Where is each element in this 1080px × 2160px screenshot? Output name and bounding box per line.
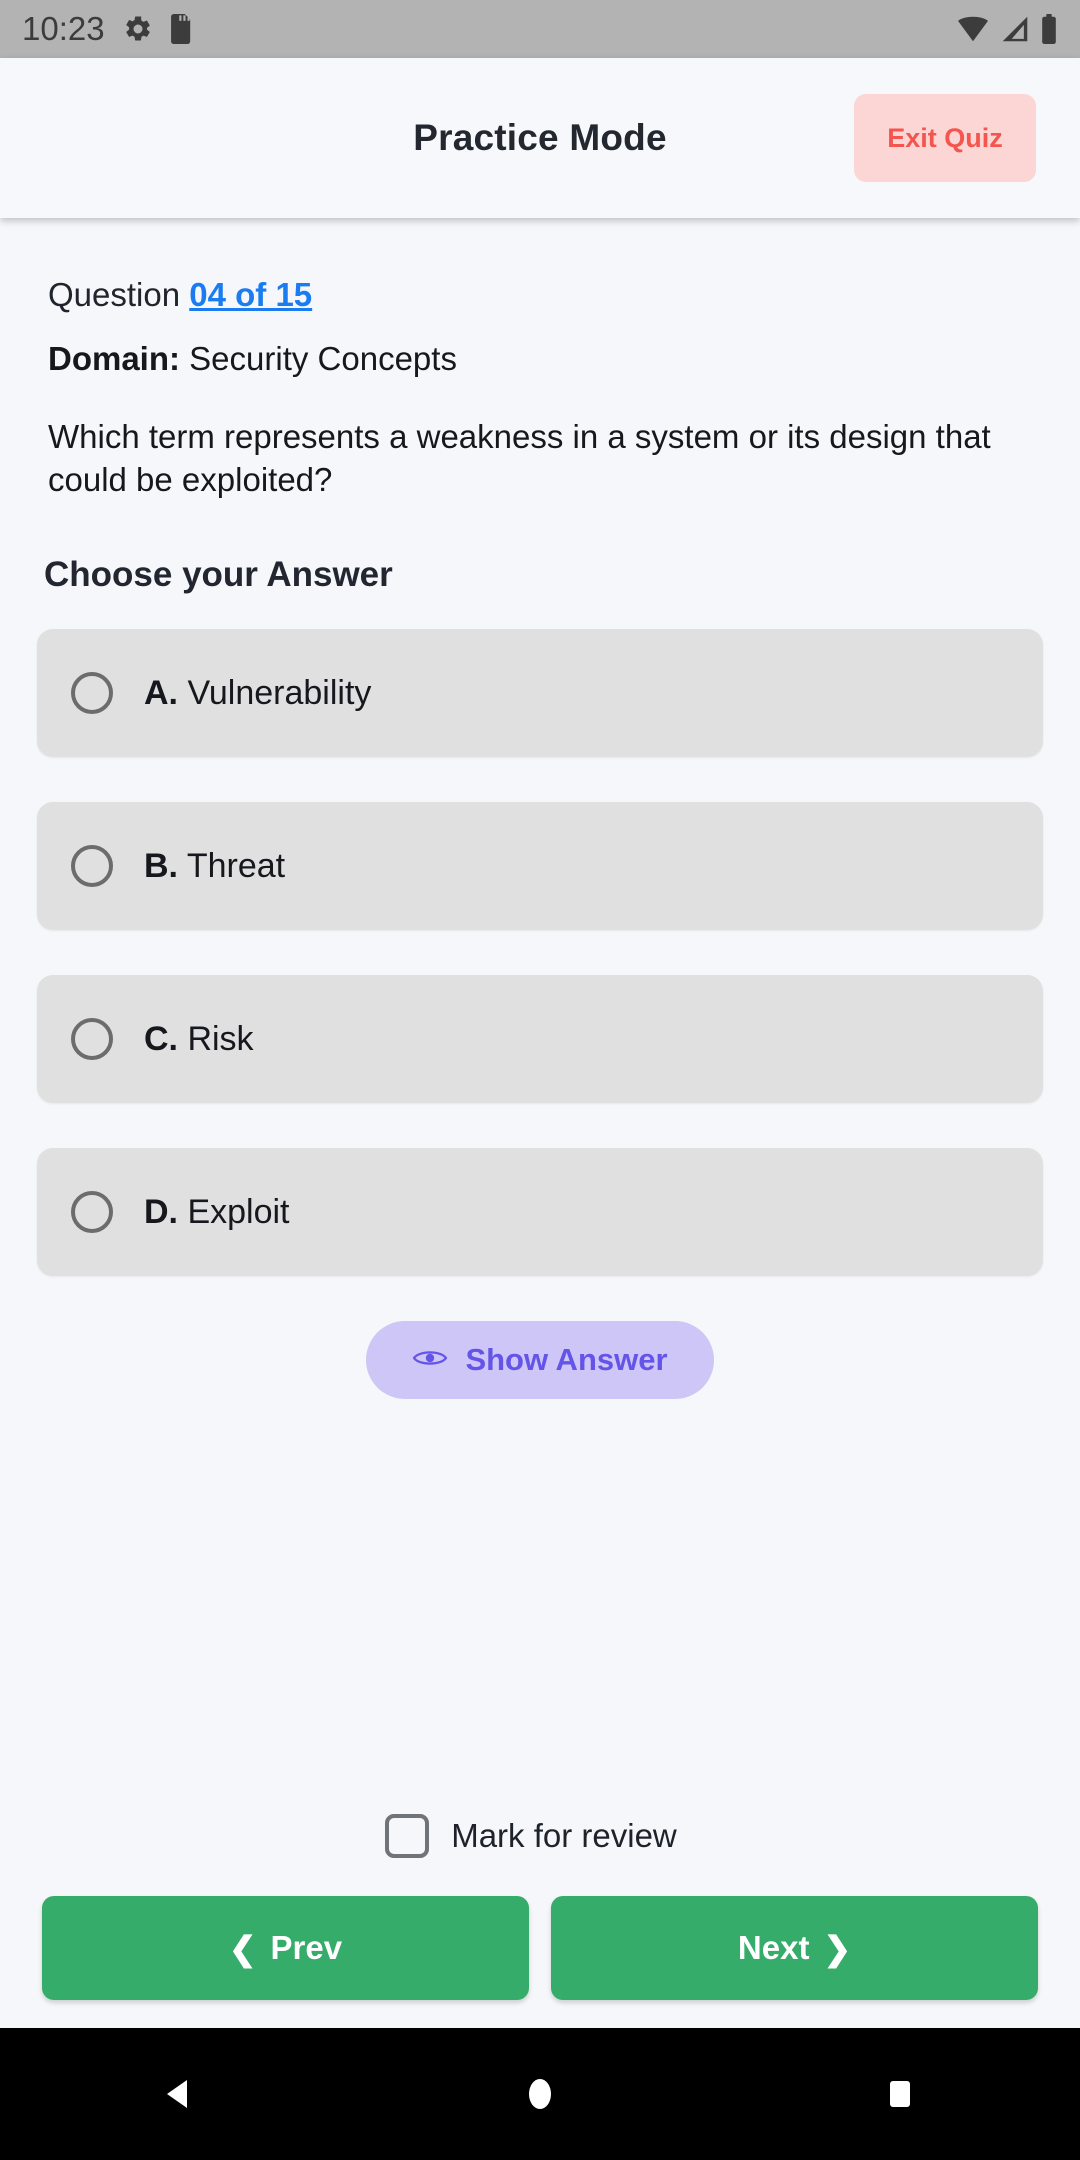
question-text: Which term represents a weakness in a sy… [48, 418, 991, 498]
answer-option-label: C. Risk [144, 1020, 254, 1059]
quiz-footer: Mark for review ❮ Prev Next ❯ [0, 1814, 1080, 2028]
answer-option-letter: B. [144, 846, 178, 885]
question-counter-prefix: Question [48, 276, 190, 313]
recents-square-icon[interactable] [876, 2070, 924, 2118]
answer-option-text: Vulnerability [178, 673, 372, 712]
answer-option-text: Threat [178, 846, 286, 885]
radio-icon[interactable] [71, 1191, 113, 1234]
sd-card-icon [170, 14, 193, 44]
question-counter-link[interactable]: 04 of 15 [189, 276, 312, 313]
page-title: Practice Mode [413, 117, 667, 158]
answer-option-b[interactable]: B. Threat [37, 802, 1043, 931]
wifi-icon [956, 14, 990, 44]
next-button-label: Next [737, 1929, 810, 1966]
radio-icon[interactable] [71, 672, 113, 715]
app-bar: Practice Mode Exit Quiz [0, 58, 1080, 218]
answer-options-list: A. Vulnerability B. Threat C. Risk D. Ex… [37, 629, 1043, 1277]
eye-icon [412, 1342, 448, 1378]
answer-option-label: D. Exploit [144, 1193, 290, 1232]
navigation-buttons: ❮ Prev Next ❯ [42, 1896, 1038, 2028]
domain-label: Domain: [48, 340, 180, 377]
mark-for-review-checkbox[interactable] [385, 1814, 430, 1858]
battery-icon [1040, 14, 1058, 44]
answer-option-c[interactable]: C. Risk [37, 975, 1043, 1104]
answer-option-label: B. Threat [144, 847, 285, 886]
domain-line: Domain: Security Concepts [48, 340, 1032, 378]
status-bar: 10:23 [0, 0, 1080, 58]
show-answer-label: Show Answer [465, 1342, 668, 1378]
answer-option-a[interactable]: A. Vulnerability [37, 629, 1043, 758]
domain-value: Security Concepts [180, 340, 457, 377]
next-button[interactable]: Next ❯ [551, 1896, 1038, 2000]
gear-icon [123, 14, 153, 44]
back-triangle-icon[interactable] [156, 2070, 204, 2118]
answer-option-label: A. Vulnerability [144, 674, 371, 713]
answer-option-letter: D. [144, 1192, 178, 1231]
prev-button[interactable]: ❮ Prev [42, 1896, 529, 2000]
status-bar-left: 10:23 [22, 10, 193, 48]
radio-icon[interactable] [71, 1018, 113, 1061]
answer-option-letter: C. [144, 1019, 178, 1058]
show-answer-button[interactable]: Show Answer [366, 1321, 714, 1400]
exit-quiz-button[interactable]: Exit Quiz [854, 94, 1036, 182]
chevron-left-icon: ❮ [228, 1929, 257, 1967]
status-time: 10:23 [22, 10, 105, 47]
chevron-right-icon: ❯ [823, 1929, 852, 1967]
choose-answer-heading: Choose your Answer [44, 555, 393, 595]
mark-for-review-label: Mark for review [451, 1817, 677, 1854]
status-bar-right [956, 14, 1058, 44]
answer-option-letter: A. [144, 673, 178, 712]
show-answer-row: Show Answer [48, 1321, 1032, 1400]
radio-icon[interactable] [71, 845, 113, 888]
question-counter: Question 04 of 15 [48, 276, 1032, 314]
answer-option-d[interactable]: D. Exploit [37, 1148, 1043, 1277]
mark-for-review-row[interactable]: Mark for review [24, 1814, 1038, 1858]
phone-screen: 10:23 Practice Mode Exit Quiz Question 0… [0, 0, 1080, 2160]
prev-button-label: Prev [270, 1929, 343, 1966]
answer-option-text: Risk [178, 1019, 254, 1058]
quiz-content: Question 04 of 15 Domain: Security Conce… [0, 218, 1080, 1814]
answer-option-text: Exploit [178, 1192, 290, 1231]
android-navigation-bar [0, 2028, 1080, 2160]
home-circle-icon[interactable] [516, 2070, 564, 2118]
cell-signal-icon [1000, 14, 1030, 44]
